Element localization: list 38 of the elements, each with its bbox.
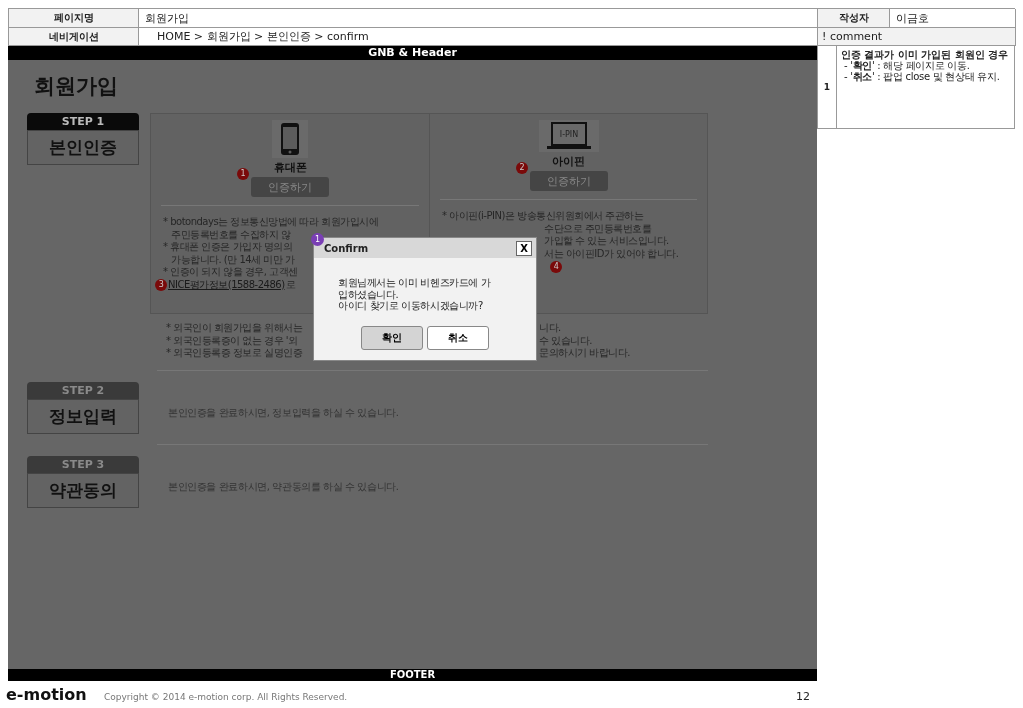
comment-title: 인증 결과가 이미 가입된 회원인 경우 bbox=[841, 49, 1009, 60]
comment-header: ! comment bbox=[818, 28, 1016, 46]
company-logo: e-motion bbox=[6, 685, 88, 704]
copyright-text: Copyright © 2014 e-motion corp. All Rights Reserved. bbox=[104, 692, 349, 702]
page-number: 12 bbox=[796, 690, 810, 703]
comment-text: - '취소' : 팝업 close 및 현상태 유지. bbox=[843, 71, 1001, 82]
gnb-header-bar: GNB & Header bbox=[8, 46, 817, 60]
annotation-badge: 3 bbox=[155, 278, 167, 291]
annotation-badge: 1 bbox=[237, 168, 249, 180]
dialog-title: Confirm bbox=[324, 242, 369, 254]
step-name: 본인인증 bbox=[27, 130, 139, 165]
page-title: 회원가입 bbox=[34, 73, 119, 100]
step-label: STEP 1 bbox=[27, 113, 139, 130]
comment-text: - '확인' : 해당 페이지로 이동. bbox=[843, 60, 971, 71]
page-name-label: 페이지명 bbox=[9, 9, 139, 28]
cancel-button[interactable]: 취소 bbox=[427, 325, 489, 350]
step-label: STEP 3 bbox=[27, 455, 139, 473]
step-name: 정보입력 bbox=[27, 398, 139, 434]
dialog-message: 입하셨습니다. bbox=[338, 288, 400, 300]
laptop-icon: I-PIN bbox=[538, 120, 599, 152]
annotation-badge: 4 bbox=[550, 261, 562, 273]
dialog-message: 아이디 찾기로 이동하시겠습니까? bbox=[338, 300, 484, 312]
method-name: 휴대폰 bbox=[273, 160, 307, 175]
step-label: STEP 2 bbox=[27, 381, 139, 399]
navigation-label: 네비게이션 bbox=[9, 28, 139, 46]
footer-bar: FOOTER bbox=[8, 669, 817, 681]
method-name: 아이핀 bbox=[552, 154, 585, 169]
dialog-message: 회원님께서는 이미 비헨즈카드에 가 bbox=[338, 277, 492, 289]
smartphone-icon bbox=[272, 120, 308, 158]
page-name: 회원가입 bbox=[139, 9, 818, 28]
close-button[interactable]: X bbox=[516, 240, 532, 256]
annotation-badge: 2 bbox=[516, 162, 528, 174]
step-name: 약관동의 bbox=[27, 472, 139, 508]
author-label: 작성자 bbox=[818, 9, 890, 28]
comment-number: 1 bbox=[818, 46, 837, 128]
note-text: 니다. bbox=[539, 322, 561, 335]
confirm-button[interactable]: 확인 bbox=[361, 325, 423, 350]
note-text: * 외국인등록증 정보로 실명인증 bbox=[166, 347, 303, 360]
